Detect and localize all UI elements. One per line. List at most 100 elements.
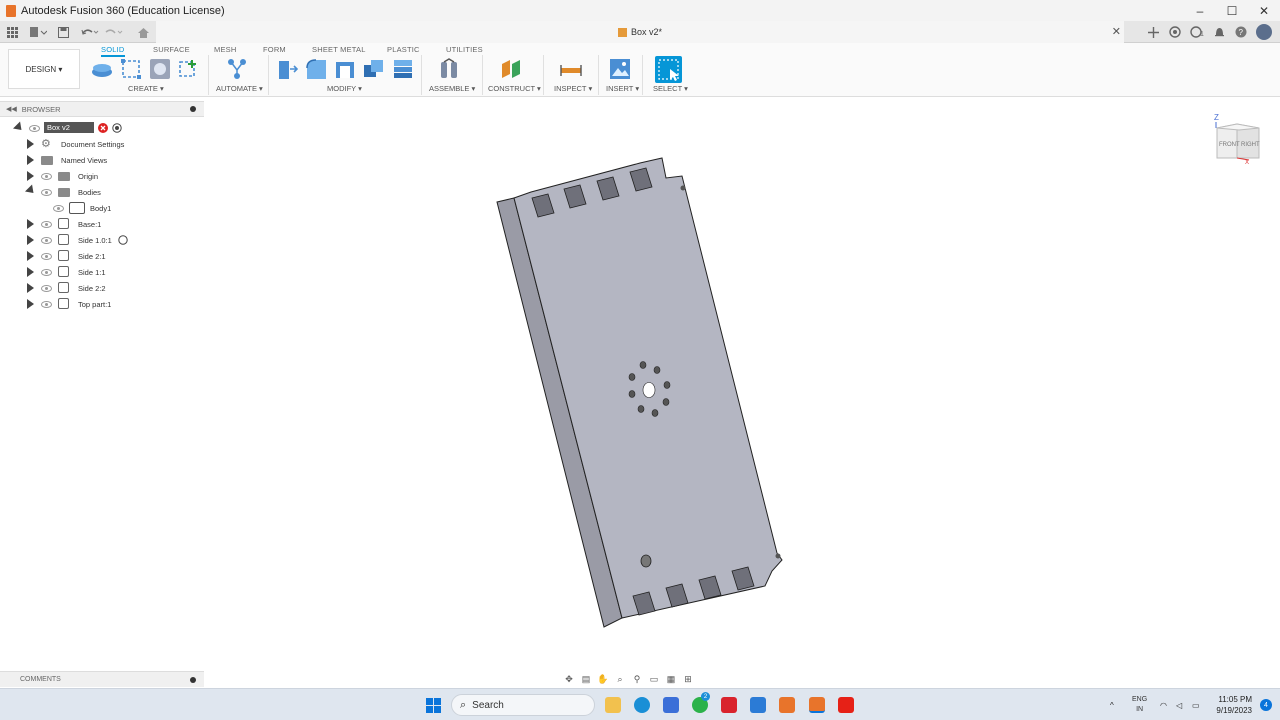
shell-icon[interactable]	[334, 58, 356, 80]
combine-icon[interactable]	[363, 58, 385, 80]
tree-row-component[interactable]: Side 1:1	[0, 264, 204, 280]
grid-settings-icon[interactable]: ▦	[664, 673, 678, 685]
tab-mesh[interactable]: MESH	[214, 45, 236, 54]
tree-row-component[interactable]: Side 2:2	[0, 280, 204, 296]
tree-row-body1[interactable]: Body1	[0, 200, 204, 216]
wps-office-icon[interactable]	[721, 697, 737, 713]
tab-utilities[interactable]: UTILITIES	[446, 45, 483, 54]
expand-triangle-icon[interactable]	[27, 155, 34, 165]
youtube-icon[interactable]	[838, 697, 854, 713]
visibility-eye-icon[interactable]	[41, 301, 52, 308]
assemble-group-label[interactable]: ASSEMBLE ▾	[429, 84, 475, 93]
collapse-triangle-icon[interactable]	[24, 184, 38, 197]
display-settings-icon[interactable]: ▭	[647, 673, 661, 685]
modify-group-label[interactable]: MODIFY ▾	[327, 84, 362, 93]
expand-triangle-icon[interactable]	[27, 283, 34, 293]
tree-row-bodies[interactable]: Bodies	[0, 184, 204, 200]
box-part-model[interactable]	[204, 98, 1280, 671]
job-status-icon[interactable]: 1	[1190, 25, 1204, 39]
fillet-icon[interactable]	[305, 58, 327, 80]
fusion-active-taskbar-icon[interactable]	[809, 697, 825, 713]
automate-icon[interactable]	[226, 58, 248, 80]
expand-triangle-icon[interactable]	[27, 235, 34, 245]
tab-plastic[interactable]: PLASTIC	[387, 45, 420, 54]
construct-group-label[interactable]: CONSTRUCT ▾	[488, 84, 541, 93]
tree-row-component[interactable]: Side 2:1	[0, 248, 204, 264]
visibility-eye-icon[interactable]	[41, 253, 52, 260]
tray-overflow-icon[interactable]: ^	[1110, 689, 1114, 720]
browser-panel-header[interactable]: ◀◀ BROWSER	[0, 101, 204, 117]
fit-icon[interactable]: ⚲	[630, 673, 644, 685]
joint-icon[interactable]	[438, 58, 460, 80]
close-window-button[interactable]: ✕	[1248, 0, 1280, 21]
file-explorer-icon[interactable]	[605, 697, 621, 713]
automate-group-label[interactable]: AUTOMATE ▾	[216, 84, 263, 93]
visibility-eye-icon[interactable]	[41, 221, 52, 228]
tree-row-named-views[interactable]: Named Views	[0, 152, 204, 168]
3d-canvas[interactable]	[204, 98, 1280, 671]
document-tab[interactable]: Box v2* ✕	[156, 21, 1124, 43]
tree-row-origin[interactable]: Origin	[0, 168, 204, 184]
expand-triangle-icon[interactable]	[27, 171, 34, 181]
create-form-icon[interactable]	[149, 58, 171, 80]
user-avatar[interactable]	[1256, 24, 1272, 40]
press-pull-icon[interactable]	[276, 58, 299, 80]
home-icon[interactable]	[136, 24, 150, 40]
new-tab-plus-icon[interactable]	[1146, 25, 1160, 39]
visibility-eye-icon[interactable]	[41, 189, 52, 196]
create-group-label[interactable]: CREATE ▾	[128, 84, 164, 93]
maximize-button[interactable]: ☐	[1216, 0, 1248, 21]
taskbar-search-box[interactable]: ⌕ Search	[451, 694, 595, 716]
battery-icon[interactable]: ▭	[1192, 689, 1200, 720]
expand-triangle-icon[interactable]	[12, 121, 26, 134]
finish-sketch-icon[interactable]	[178, 58, 200, 80]
tree-row-component[interactable]: Base:1	[0, 216, 204, 232]
viewports-icon[interactable]: ⊞	[681, 673, 695, 685]
redo-icon[interactable]	[104, 24, 124, 40]
measure-icon[interactable]	[560, 58, 582, 80]
undo-icon[interactable]	[80, 24, 100, 40]
activate-radio-icon[interactable]	[112, 123, 122, 133]
volume-icon[interactable]: ◁	[1176, 689, 1182, 720]
tab-form[interactable]: FORM	[263, 45, 286, 54]
tab-surface[interactable]: SURFACE	[153, 45, 190, 54]
ms-store-icon[interactable]	[663, 697, 679, 713]
tree-row-component[interactable]: Side 1.0:1	[0, 232, 204, 248]
visibility-eye-icon[interactable]	[41, 285, 52, 292]
expand-triangle-icon[interactable]	[27, 251, 34, 261]
tab-solid[interactable]: SOLID	[101, 45, 125, 57]
fusion-taskbar-icon[interactable]	[779, 697, 795, 713]
extensions-icon[interactable]	[1168, 25, 1182, 39]
insert-image-icon[interactable]	[609, 58, 631, 80]
help-icon[interactable]: ?	[1234, 25, 1248, 39]
sketch-rectangle-icon[interactable]	[120, 58, 142, 80]
offset-plane-icon[interactable]	[500, 58, 522, 80]
look-at-icon[interactable]: ▤	[579, 673, 593, 685]
tree-row-document-settings[interactable]: ⚙ Document Settings	[0, 136, 204, 152]
system-clock[interactable]: 11:05 PM 9/19/2023	[1216, 694, 1252, 716]
orbit-icon[interactable]: ✥	[562, 673, 576, 685]
inspect-group-label[interactable]: INSPECT ▾	[554, 84, 592, 93]
expand-triangle-icon[interactable]	[27, 139, 34, 149]
file-menu-icon[interactable]	[28, 24, 48, 40]
vscode-icon[interactable]	[750, 697, 766, 713]
workspace-switcher[interactable]: DESIGN ▾	[8, 49, 80, 89]
tree-row-root[interactable]: Box v2	[0, 120, 204, 136]
panel-pin-icon[interactable]	[190, 106, 196, 112]
pan-hand-icon[interactable]: ✋	[596, 673, 610, 685]
comments-panel-header[interactable]: COMMENTS	[0, 671, 204, 687]
notifications-bell-icon[interactable]	[1212, 25, 1226, 39]
visibility-eye-icon[interactable]	[41, 237, 52, 244]
select-group-label[interactable]: SELECT ▾	[653, 84, 688, 93]
close-document-button[interactable]: ✕	[1112, 25, 1121, 38]
insert-group-label[interactable]: INSERT ▾	[606, 84, 639, 93]
create-sketch-icon[interactable]	[91, 58, 113, 80]
split-body-icon[interactable]	[392, 58, 414, 80]
language-indicator[interactable]: ENG IN	[1132, 695, 1147, 715]
minimize-button[interactable]: –	[1184, 0, 1216, 21]
notification-count-badge[interactable]: 4	[1260, 699, 1272, 711]
select-icon[interactable]	[655, 56, 682, 83]
save-icon[interactable]	[56, 24, 70, 40]
wifi-icon[interactable]: ◠	[1160, 689, 1167, 720]
viewcube[interactable]: Z FRONT RIGHT X	[1213, 112, 1263, 166]
